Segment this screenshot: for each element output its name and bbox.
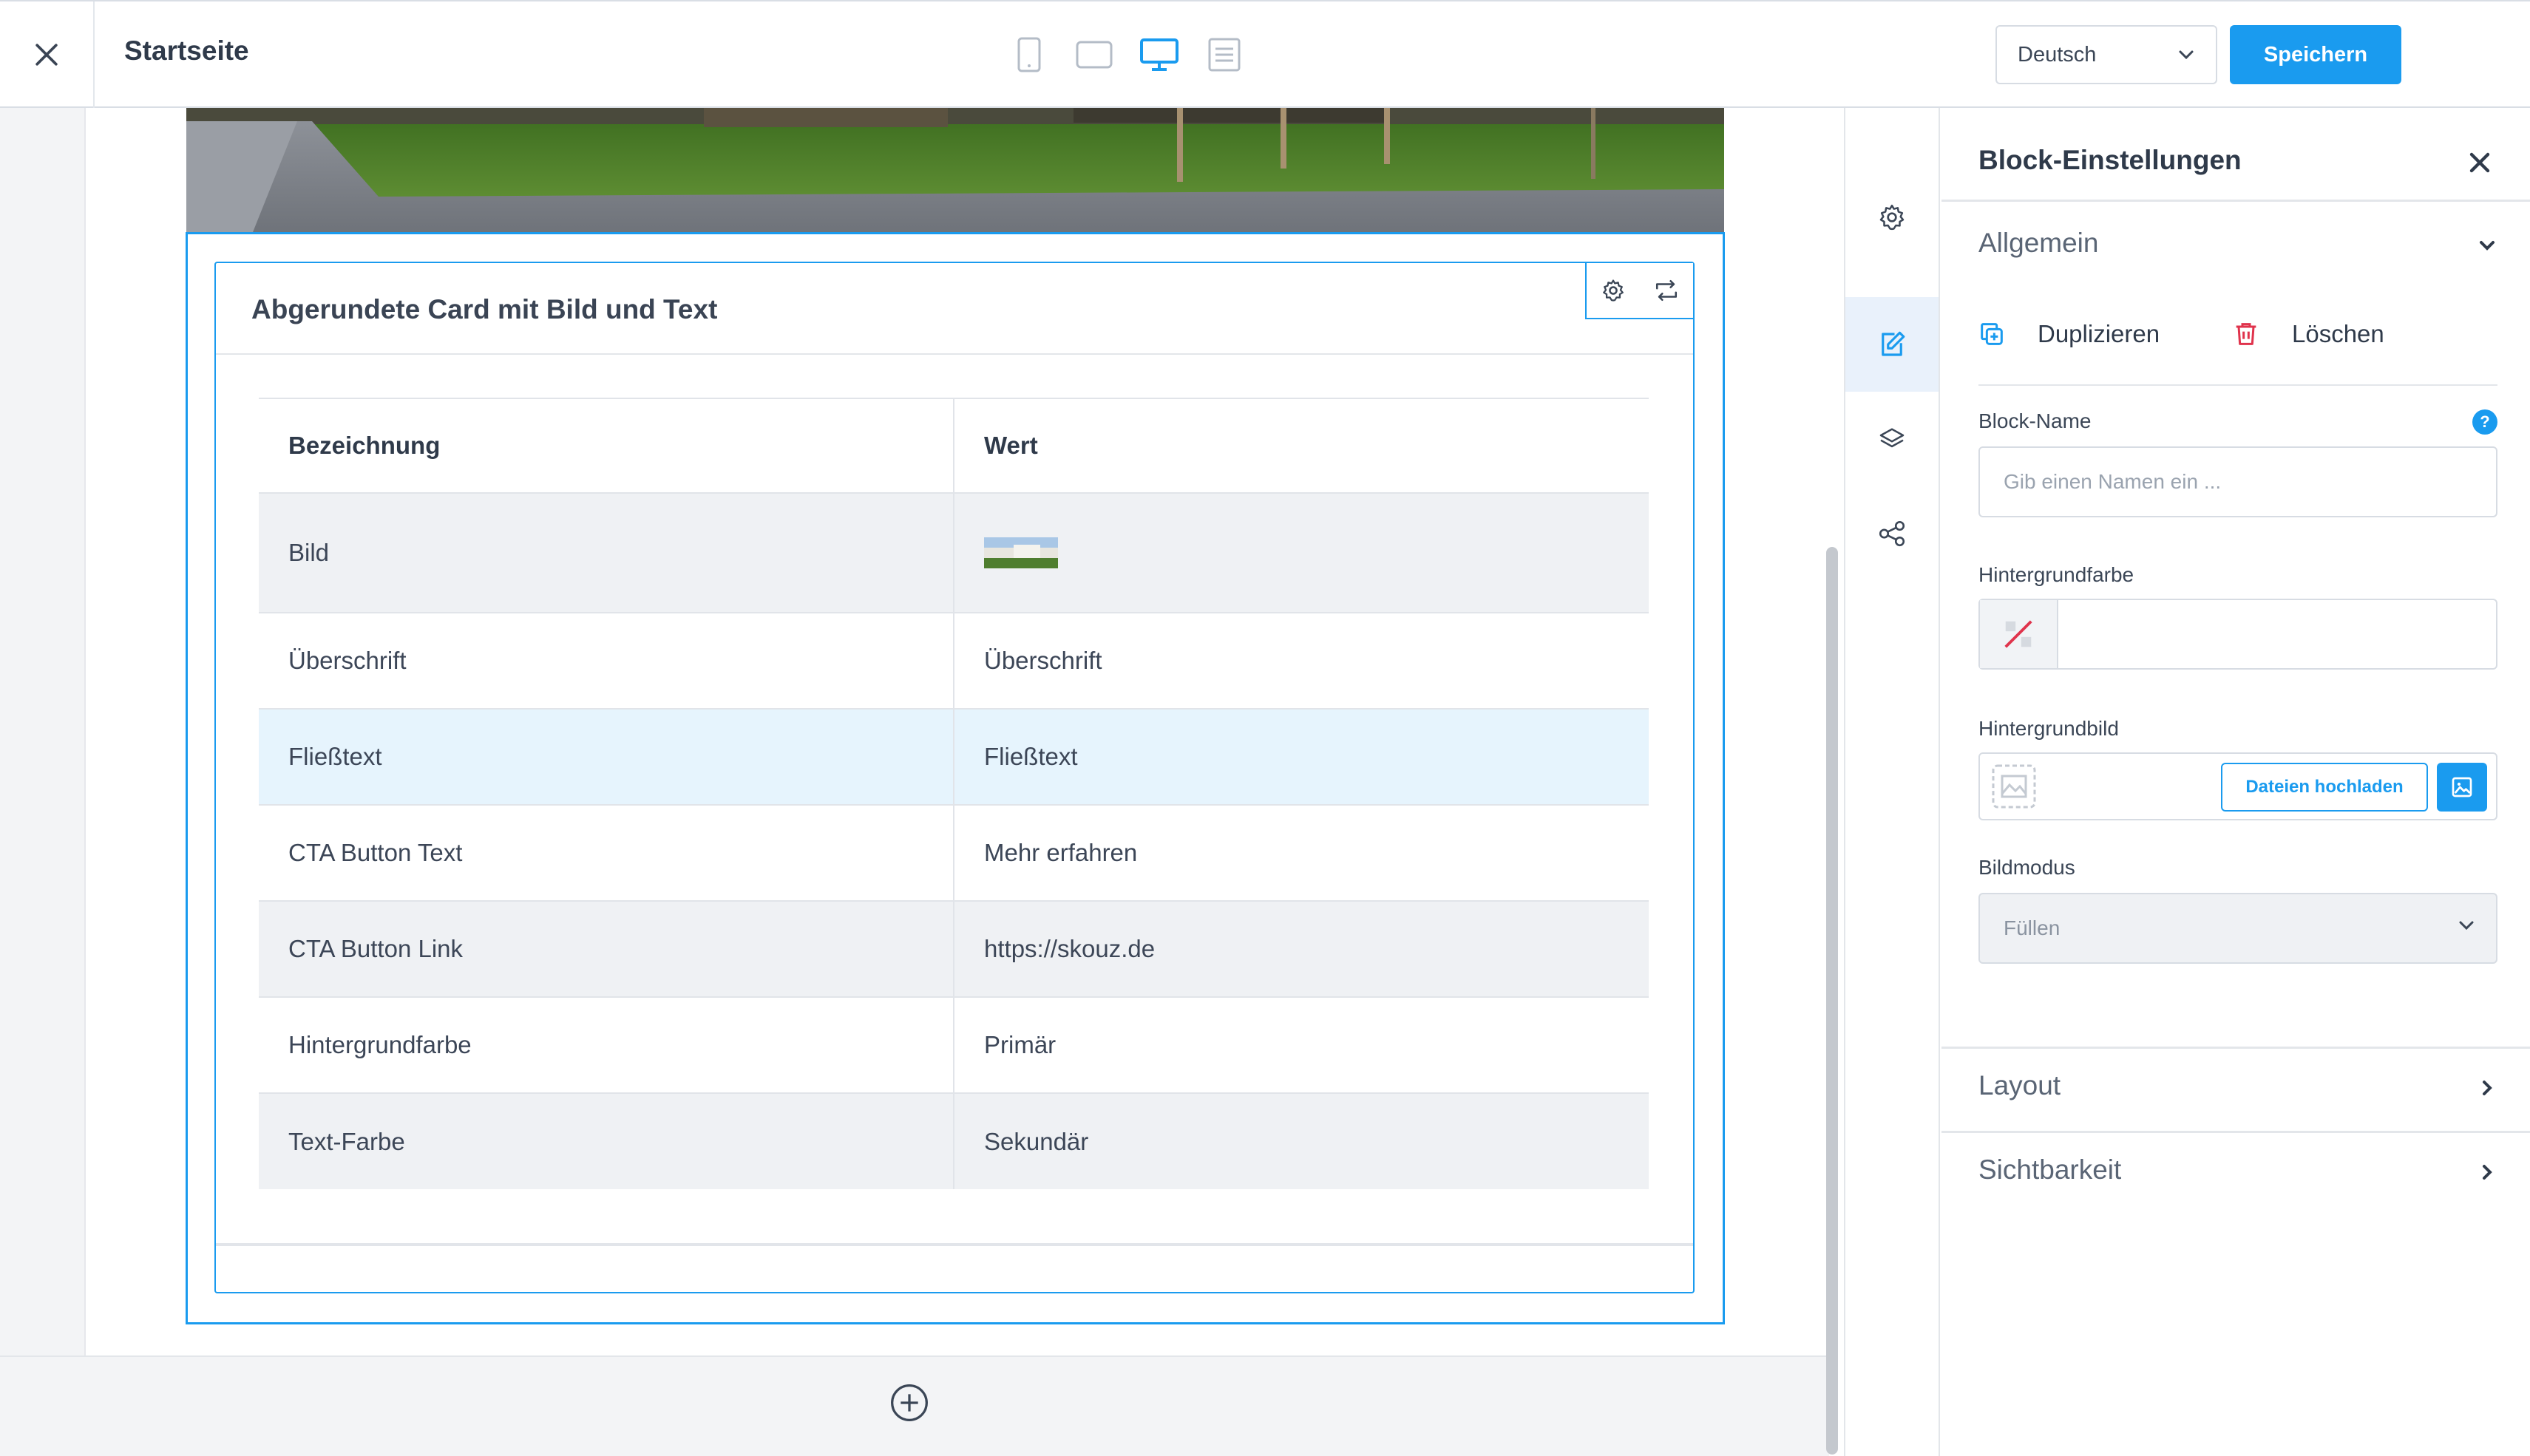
section-visibility-title[interactable]: Sichtbarkeit: [1978, 1154, 2121, 1185]
image-mode-value: Füllen: [2004, 916, 2061, 939]
properties-table: Bezeichnung Wert Bild Überschrift Übersc…: [259, 398, 1649, 1189]
column-header-value: Wert: [954, 398, 1649, 493]
cell-value: Mehr erfahren: [954, 804, 1649, 901]
cell-value-image: [954, 492, 1649, 613]
rail-layers-button[interactable]: [1845, 392, 1939, 486]
chevron-down-icon: [2459, 921, 2474, 931]
upload-files-button[interactable]: Dateien hochladen: [2221, 763, 2428, 812]
chevron-down-icon[interactable]: [2475, 234, 2499, 257]
close-icon: [35, 44, 58, 66]
cell-label: Fließtext: [259, 708, 954, 805]
table-row[interactable]: Fließtext Fließtext: [259, 708, 1649, 805]
card-toolbar: [1585, 263, 1693, 319]
card-header: Abgerundete Card mit Bild und Text: [216, 263, 1693, 355]
scrollbar-thumb[interactable]: [1826, 547, 1838, 1455]
card-divider: [216, 1243, 1693, 1246]
table-row[interactable]: Bild: [259, 492, 1649, 613]
cell-value: Fließtext: [954, 708, 1649, 805]
device-desktop-button[interactable]: [1137, 34, 1181, 75]
document-list-icon: [1208, 38, 1241, 72]
save-button[interactable]: Speichern: [2230, 25, 2401, 84]
help-icon[interactable]: ?: [2472, 409, 2497, 435]
panel-title: Block-Einstellungen: [1978, 145, 2242, 175]
bg-color-input[interactable]: [1978, 599, 2497, 670]
panel-divider: [1941, 200, 2530, 202]
cell-label: Text-Farbe: [259, 1092, 954, 1189]
layers-icon: [1879, 428, 1905, 448]
cell-label: CTA Button Link: [259, 900, 954, 997]
block-name-label: Block-Name: [1978, 409, 2092, 432]
cell-value: Sekundär: [954, 1092, 1649, 1189]
swap-icon[interactable]: [1653, 278, 1680, 303]
media-library-button[interactable]: [2437, 763, 2487, 812]
settings-icon: [1879, 204, 1905, 231]
image-icon: [2452, 777, 2472, 797]
block-name-input[interactable]: Gib einen Namen ein ...: [1978, 446, 2497, 517]
cell-label: CTA Button Text: [259, 804, 954, 901]
section-divider: [1978, 384, 2497, 386]
hero-image: [186, 108, 1724, 232]
share-icon: [1879, 520, 1905, 547]
tablet-icon: [1076, 41, 1113, 69]
cell-label: Hintergrundfarbe: [259, 996, 954, 1093]
language-select-value: Deutsch: [2018, 42, 2097, 67]
chevron-right-icon[interactable]: [2475, 1076, 2499, 1100]
trash-icon: [2236, 323, 2256, 345]
rail-share-button[interactable]: [1845, 486, 1939, 581]
table-row[interactable]: CTA Button Text Mehr erfahren: [259, 804, 1649, 901]
image-mode-select[interactable]: Füllen: [1978, 893, 2497, 964]
column-header-label: Bezeichnung: [259, 398, 954, 493]
block-name-placeholder: Gib einen Namen ein ...: [2004, 470, 2222, 493]
chevron-down-icon: [2179, 50, 2194, 60]
duplicate-button[interactable]: Duplizieren: [1977, 319, 2160, 349]
duplicate-icon: [1981, 323, 2003, 345]
page-title: Startseite: [124, 35, 249, 66]
close-editor-button[interactable]: [0, 1, 95, 108]
image-mode-label: Bildmodus: [1978, 856, 2075, 879]
card-title: Abgerundete Card mit Bild und Text: [251, 294, 718, 324]
section-divider: [1941, 1047, 2530, 1049]
table-row[interactable]: Überschrift Überschrift: [259, 612, 1649, 709]
desktop-icon: [1140, 38, 1178, 71]
table-row[interactable]: Hintergrundfarbe Primär: [259, 996, 1649, 1093]
edit-icon: [1882, 331, 1905, 356]
chevron-right-icon[interactable]: [2475, 1160, 2499, 1184]
table-header-row: Bezeichnung Wert: [259, 398, 1649, 493]
duplicate-label: Duplizieren: [2038, 320, 2160, 347]
bg-image-label: Hintergrundbild: [1978, 717, 2119, 740]
cell-value: Primär: [954, 996, 1649, 1093]
add-block-icon[interactable]: [889, 1382, 930, 1423]
tool-rail: [1844, 108, 1940, 1456]
rail-edit-button[interactable]: [1845, 297, 1939, 392]
section-general-title[interactable]: Allgemein: [1978, 228, 2098, 259]
canvas-gutter: [0, 108, 86, 1355]
device-tablet-button[interactable]: [1072, 34, 1116, 75]
cell-value: https://skouz.de: [954, 900, 1649, 997]
section-divider: [1941, 1131, 2530, 1133]
close-icon[interactable]: [2463, 146, 2496, 179]
language-select[interactable]: Deutsch: [1995, 25, 2217, 84]
cell-value: Überschrift: [954, 612, 1649, 709]
table-row[interactable]: Text-Farbe Sekundär: [259, 1092, 1649, 1189]
bg-color-label: Hintergrundfarbe: [1978, 563, 2134, 586]
top-bar: Startseite Deutsch Speichern: [0, 0, 2530, 108]
image-thumbnail: [984, 537, 1058, 569]
settings-icon[interactable]: [1601, 278, 1626, 303]
mobile-icon: [1017, 37, 1041, 72]
device-mobile-button[interactable]: [1007, 34, 1051, 75]
no-color-icon: [2004, 620, 2032, 648]
image-placeholder-icon: [1992, 764, 2036, 809]
view-list-button[interactable]: [1202, 34, 1247, 75]
section-layout-title[interactable]: Layout: [1978, 1070, 2061, 1101]
table-row[interactable]: CTA Button Link https://skouz.de: [259, 900, 1649, 997]
rail-settings-button[interactable]: [1845, 170, 1939, 265]
cell-label: Überschrift: [259, 612, 954, 709]
cell-label: Bild: [259, 492, 954, 613]
delete-label: Löschen: [2292, 320, 2384, 347]
bg-image-input: Dateien hochladen: [1978, 752, 2497, 820]
color-swatch[interactable]: [1980, 600, 2058, 668]
delete-button[interactable]: Löschen: [2231, 319, 2384, 349]
block-settings-panel: Block-Einstellungen Allgemein Dupliziere…: [1941, 108, 2530, 1456]
